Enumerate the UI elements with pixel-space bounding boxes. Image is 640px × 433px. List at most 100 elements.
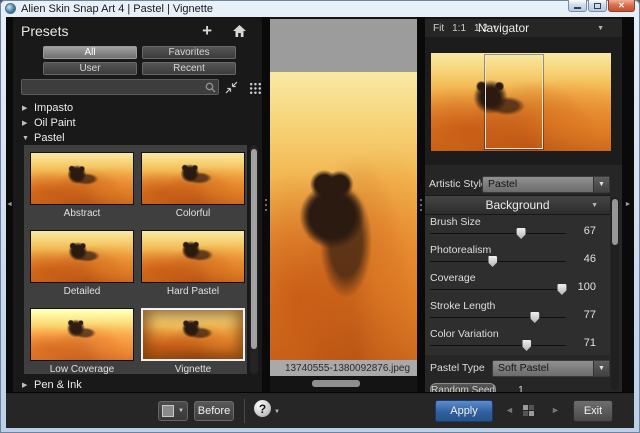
preset-hard-pastel[interactable]: Hard Pastel (141, 230, 245, 297)
collapse-left-icon: ◄ (6, 201, 13, 208)
next-view-icon[interactable]: ► (551, 405, 560, 415)
slider-value: 71 (584, 337, 596, 349)
titlebar[interactable]: Alien Skin Snap Art 4 | Pastel | Vignett… (0, 0, 640, 17)
preset-low-coverage[interactable]: Low Coverage (30, 308, 134, 375)
close-button[interactable]: ✕ (608, 0, 635, 12)
controls-scrollbar[interactable] (611, 197, 619, 390)
random-seed-button[interactable]: Random Seed (430, 383, 496, 392)
chevron-right-icon: ▶ (22, 381, 34, 389)
navigator-box (425, 37, 622, 165)
tab-favorites[interactable]: Favorites (142, 46, 236, 59)
slider-value: 77 (584, 309, 596, 321)
window-title: Alien Skin Snap Art 4 | Pastel | Vignett… (21, 3, 213, 15)
slider-thumb[interactable] (530, 312, 539, 323)
bottom-bar: ▼ Before ? ▼ Apply ◄ ► Exit (6, 392, 634, 428)
slider-thumb[interactable] (522, 340, 531, 351)
presets-title: Presets (21, 23, 68, 39)
slider-thumb[interactable] (488, 256, 497, 267)
right-splitter-handle[interactable] (417, 17, 425, 392)
collapse-left-panel-strip[interactable]: ◄ (6, 17, 13, 392)
presets-scrollbar-thumb[interactable] (251, 149, 257, 349)
tree-item-pen-ink[interactable]: ▶ Pen & Ink (13, 378, 262, 392)
tree-label: Pen & Ink (34, 379, 82, 391)
collapse-right-panel-strip[interactable]: ► (622, 17, 634, 392)
filename-text: 13740555-1380092876.jpeg (285, 363, 410, 374)
previous-view-icon[interactable]: ◄ (505, 405, 514, 415)
single-view-icon (162, 405, 174, 417)
preview-area[interactable]: 13740555-1380092876.jpeg (270, 19, 425, 392)
tree-label: Oil Paint (34, 117, 76, 129)
preset-colorful[interactable]: Colorful (141, 152, 245, 219)
left-splitter-handle[interactable] (262, 17, 270, 392)
preset-label: Colorful (141, 208, 245, 219)
tab-user[interactable]: User (43, 62, 137, 75)
home-icon (233, 25, 246, 37)
zoom-toolbar: Fit 1:1 1:2 ▼ Navigator ▼ (425, 19, 622, 37)
minimize-button[interactable] (568, 0, 587, 12)
preset-thumbnail-image (141, 152, 245, 205)
pastel-type-row: Pastel Type Soft Pastel ▼ (430, 359, 610, 377)
tree-item-pastel[interactable]: ▼ Pastel (13, 131, 262, 145)
navigator-image[interactable] (431, 53, 611, 151)
window-controls: ✕ (567, 0, 635, 12)
tab-recent[interactable]: Recent (142, 62, 236, 75)
preset-label: Detailed (30, 286, 134, 297)
slider-stroke-length: Stroke Length 77 (425, 299, 610, 327)
preset-label: Abstract (30, 208, 134, 219)
help-dropdown-icon[interactable]: ▼ (274, 409, 280, 415)
presets-header: Presets + (21, 23, 254, 43)
search-input[interactable] (21, 79, 219, 95)
preview-hscroll-thumb[interactable] (312, 380, 360, 387)
maximize-button[interactable] (588, 0, 607, 12)
preset-grid: Abstract Colorful Detailed Hard Pastel L… (24, 145, 247, 374)
apply-button[interactable]: Apply (435, 400, 493, 422)
minimize-icon (574, 7, 581, 9)
before-button[interactable]: Before (194, 401, 234, 421)
tab-all[interactable]: All (43, 46, 137, 59)
slider-track[interactable] (430, 261, 566, 262)
slider-value: 67 (584, 225, 596, 237)
preview-image[interactable] (270, 72, 425, 360)
slider-track[interactable] (430, 233, 566, 234)
collapse-all-icon[interactable] (225, 81, 238, 94)
preset-thumbnail-image (30, 230, 134, 283)
preview-horizontal-scrollbar[interactable] (270, 376, 425, 392)
home-button[interactable] (233, 25, 246, 37)
slider-thumb[interactable] (557, 284, 566, 295)
slider-track[interactable] (430, 289, 566, 290)
artistic-style-value: Pastel (488, 178, 517, 190)
navigator-menu-icon[interactable]: ▼ (597, 25, 604, 32)
tree-item-oil-paint[interactable]: ▶ Oil Paint (13, 116, 262, 130)
random-seed-value: 1 (518, 384, 524, 392)
section-background[interactable]: Background ▼ (425, 195, 610, 215)
sliders-group: Brush Size 67 Photorealism 46 Coverage 1… (425, 215, 610, 355)
help-button[interactable]: ? (254, 400, 271, 417)
view-mode-button[interactable]: ▼ (158, 401, 188, 421)
search-icon (205, 82, 216, 93)
presets-scrollbar[interactable] (250, 145, 258, 374)
artistic-style-dropdown[interactable]: Pastel ▼ (482, 176, 610, 193)
presets-panel: Presets + All Favorites User Recent (13, 19, 262, 392)
exit-button[interactable]: Exit (573, 400, 613, 422)
view-mode-dropdown-icon: ▼ (178, 408, 184, 414)
slider-track[interactable] (430, 345, 566, 346)
tree-label: Pastel (34, 132, 65, 144)
chevron-down-icon: ▼ (22, 135, 34, 142)
separator (244, 399, 245, 423)
slider-label: Coverage (430, 272, 476, 284)
split-view-icon[interactable] (523, 405, 534, 416)
controls-scrollbar-thumb[interactable] (612, 199, 618, 245)
add-preset-button[interactable]: + (202, 23, 212, 39)
preset-vignette-selected[interactable]: Vignette (141, 308, 245, 375)
artistic-style-label: Artistic Style: (429, 178, 490, 190)
preset-abstract[interactable]: Abstract (30, 152, 134, 219)
navigator-view-rect[interactable] (485, 55, 543, 149)
slider-thumb[interactable] (517, 228, 526, 239)
preset-detailed[interactable]: Detailed (30, 230, 134, 297)
pastel-type-dropdown[interactable]: Soft Pastel ▼ (492, 360, 610, 377)
random-seed-row: Random Seed 1 (430, 382, 610, 392)
tree-item-impasto[interactable]: ▶ Impasto (13, 101, 262, 115)
slider-track[interactable] (430, 317, 566, 318)
dropdown-arrow-icon: ▼ (593, 361, 609, 376)
grid-view-icon[interactable] (249, 82, 261, 94)
